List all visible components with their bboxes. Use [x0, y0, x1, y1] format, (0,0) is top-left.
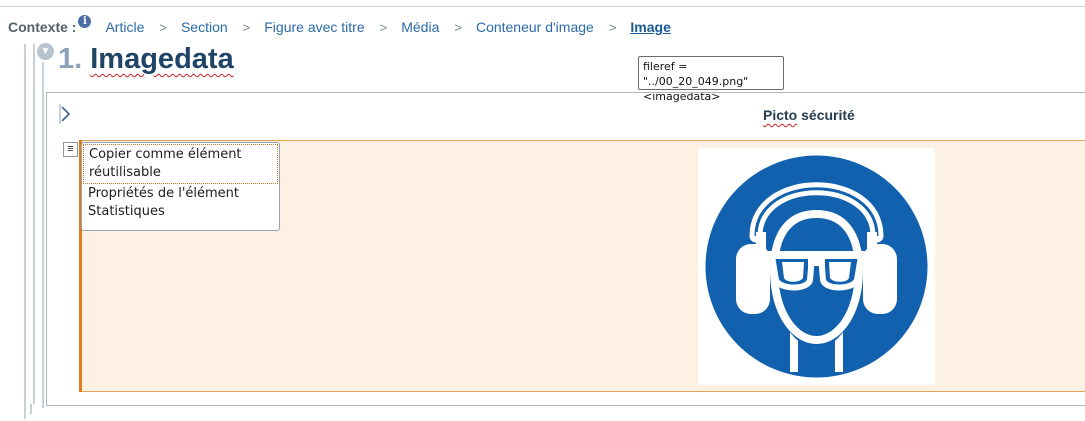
figure-title-word: Picto — [763, 107, 798, 123]
breadcrumb-media[interactable]: Média — [401, 19, 439, 35]
menu-item-statistics[interactable]: Statistiques — [82, 203, 279, 221]
title-number: 1. — [58, 43, 83, 75]
breadcrumb-image-container[interactable]: Conteneur d'image — [476, 19, 594, 35]
figure-title[interactable]: Picto sécurité — [763, 107, 855, 123]
info-icon[interactable]: i — [78, 14, 92, 28]
structure-guide-line — [30, 404, 32, 414]
top-divider — [0, 6, 1085, 7]
safety-pictogram-image[interactable] — [698, 148, 935, 385]
ear-eye-protection-icon — [705, 155, 928, 378]
menu-item-element-properties[interactable]: Propriétés de l'élément — [82, 185, 279, 203]
breadcrumb-separator: > — [242, 19, 251, 35]
context-label: Contexte : — [8, 19, 77, 35]
element-tooltip: fileref = "../00_20_049.png" <imagedata> — [638, 56, 784, 103]
menu-item-copy-reusable[interactable]: Copier comme élément réutilisable — [83, 144, 278, 184]
breadcrumb-section[interactable]: Section — [181, 19, 228, 35]
collapse-toggle-icon[interactable]: ▼ — [37, 43, 54, 60]
breadcrumb-separator: > — [159, 19, 167, 35]
title-text: Imagedata — [90, 43, 234, 75]
structure-guide-line[interactable] — [24, 44, 26, 419]
breadcrumb-separator: > — [608, 19, 617, 35]
breadcrumb-article[interactable]: Article — [105, 19, 144, 35]
context-menu: Copier comme élément réutilisable Propri… — [81, 142, 280, 231]
chevron-right-icon[interactable] — [58, 104, 72, 124]
breadcrumb-separator: > — [454, 19, 462, 35]
breadcrumb-image[interactable]: Image — [630, 19, 670, 35]
breadcrumb-separator: > — [379, 19, 388, 35]
hamburger-menu-icon[interactable]: ≡ — [63, 142, 78, 157]
figure-title-rest: sécurité — [797, 107, 855, 123]
page-title: 1. Imagedata — [58, 43, 234, 76]
structure-guide-line[interactable] — [33, 44, 35, 404]
tooltip-fileref: fileref = "../00_20_049.png" — [643, 60, 749, 88]
structure-guide-line[interactable] — [42, 62, 44, 408]
breadcrumb: Contexte : i Article > Section > Figure … — [8, 14, 671, 37]
breadcrumb-figure[interactable]: Figure avec titre — [264, 19, 364, 35]
